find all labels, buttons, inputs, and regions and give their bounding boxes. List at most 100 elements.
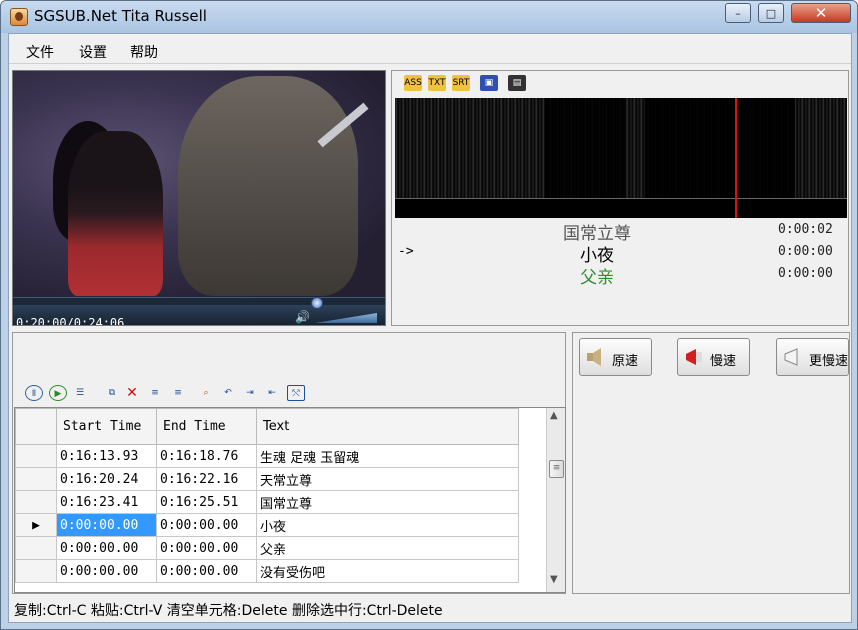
speaker-icon[interactable]: 🔊 (295, 310, 310, 324)
subtitle-grid-panel: Ⅱ ▶ ☰ ⧉ ✕ ≡ ≡ ⌕ ↶ ⇥ ⇤ ⤲ Start Time End T… (12, 332, 566, 594)
video-figure-armored (178, 76, 358, 296)
merge-icon[interactable]: ⤲ (287, 385, 305, 401)
app-icon (10, 8, 28, 26)
slower-speed-button[interactable]: 更慢速 (776, 338, 849, 376)
table-row[interactable]: 0:00:00.00 0:00:00.00 父亲 (15, 536, 519, 560)
end-time-cell[interactable]: 0:16:22.16 (156, 467, 257, 491)
seek-bar[interactable] (13, 297, 385, 305)
start-time-cell[interactable]: 0:00:00.00 (56, 513, 157, 537)
menu-settings[interactable]: 设置 (79, 42, 107, 62)
scroll-down-icon[interactable]: ▼ (550, 574, 558, 585)
megaphone-white-icon (784, 348, 798, 366)
text-cell[interactable]: 小夜 (256, 513, 519, 537)
start-time-cell[interactable]: 0:00:00.00 (56, 536, 157, 560)
normal-speed-label: 原速 (612, 354, 639, 369)
speed-panel: 原速 慢速 更慢速 (572, 332, 850, 594)
close-button[interactable]: ✕ (791, 3, 851, 23)
video-clip-icon[interactable]: ▤ (508, 75, 526, 91)
minimize-button[interactable]: – (725, 3, 751, 23)
menu-help[interactable]: 帮助 (130, 42, 158, 62)
spectrogram-silence-2 (645, 98, 795, 198)
end-time-cell[interactable]: 0:00:00.00 (156, 536, 257, 560)
align-lines-icon[interactable]: ☰ (71, 385, 89, 401)
text-cell[interactable]: 没有受伤吧 (256, 559, 519, 583)
start-time-cell[interactable]: 0:16:20.24 (56, 467, 157, 491)
grid-scrollbar[interactable]: ▲ ≡ ▼ (546, 408, 565, 592)
delete-icon[interactable]: ✕ (123, 385, 141, 401)
insert-above-icon[interactable]: ≡ (146, 385, 164, 401)
end-time-cell[interactable]: 0:00:00.00 (156, 513, 257, 537)
pause-icon[interactable]: Ⅱ (25, 385, 43, 401)
speaker-normal-icon (587, 348, 601, 366)
subtitle-preview-line: -> 小夜 0:00:00 (392, 241, 848, 266)
header-start-time[interactable]: Start Time (56, 408, 157, 445)
slow-speed-label: 慢速 (710, 354, 737, 369)
insert-below-icon[interactable]: ≡ (169, 385, 187, 401)
video-player[interactable]: 0:20:00/0:24:06 🔊 (12, 70, 386, 326)
table-row[interactable]: 0:16:20.24 0:16:22.16 天常立尊 (15, 467, 519, 491)
status-bar: 复制:Ctrl-C 粘贴:Ctrl-V 清空单元格:Delete 删除选中行:C… (14, 603, 443, 619)
find-replace-icon[interactable]: ⌕ (197, 385, 215, 401)
text-cell[interactable]: 生魂 足魂 玉留魂 (256, 444, 519, 468)
player-controls: 0:20:00/0:24:06 🔊 (13, 297, 385, 326)
table-row[interactable]: ▶ 0:00:00.00 0:00:00.00 小夜 (15, 513, 519, 537)
waveform-spectrogram[interactable] (395, 98, 847, 218)
text-cell[interactable]: 国常立尊 (256, 490, 519, 514)
text-cell[interactable]: 父亲 (256, 536, 519, 560)
start-time-cell[interactable]: 0:16:13.93 (56, 444, 157, 468)
outdent-icon[interactable]: ⇤ (263, 385, 281, 401)
grid-toolbar: Ⅱ ▶ ☰ ⧉ ✕ ≡ ≡ ⌕ ↶ ⇥ ⇤ ⤲ (13, 381, 565, 407)
client-area: 文件 设置 帮助 0:20:00/0:24:06 🔊 ASS TXT SRT ▣… (8, 33, 852, 623)
title-bar: SGSUB.Net Tita Russell – □ ✕ (1, 1, 857, 33)
end-time-cell[interactable]: 0:00:00.00 (156, 559, 257, 583)
header-end-time[interactable]: End Time (156, 408, 257, 445)
scroll-up-icon[interactable]: ▲ (550, 410, 558, 421)
menu-bar: 文件 设置 帮助 (9, 34, 851, 64)
subtitle-preview-line: 父亲 0:00:00 (392, 263, 848, 288)
waveform-toolbar: ASS TXT SRT ▣ ▤ (392, 71, 848, 97)
scroll-thumb[interactable]: ≡ (549, 460, 564, 478)
end-time-cell[interactable]: 0:16:25.51 (156, 490, 257, 514)
row-marker-icon (15, 490, 57, 514)
row-marker-icon (15, 467, 57, 491)
table-row[interactable]: 0:00:00.00 0:00:00.00 没有受伤吧 (15, 559, 519, 583)
table-row[interactable]: 0:16:23.41 0:16:25.51 国常立尊 (15, 490, 519, 514)
save-icon[interactable]: ▣ (480, 75, 498, 91)
waveform-panel: ASS TXT SRT ▣ ▤ 国常立尊 0:00:02 -> 小夜 0:00:00 父亲… (391, 70, 849, 326)
megaphone-icon (686, 349, 702, 365)
waveform-timeline (395, 198, 847, 218)
open-srt-icon[interactable]: SRT (452, 75, 470, 91)
copy-icon[interactable]: ⧉ (103, 385, 121, 401)
subtitle-preview-line: 国常立尊 0:00:02 (392, 219, 848, 244)
header-text[interactable]: Text (256, 408, 519, 445)
maximize-button[interactable]: □ (758, 3, 784, 23)
open-txt-icon[interactable]: TXT (428, 75, 446, 91)
open-ass-icon[interactable]: ASS (404, 75, 422, 91)
normal-speed-button[interactable]: 原速 (579, 338, 652, 376)
play-icon[interactable]: ▶ (49, 385, 67, 401)
window-title: SGSUB.Net Tita Russell (34, 7, 207, 25)
subtitle-preview-time: 0:00:00 (778, 244, 833, 259)
video-figure-girl (68, 131, 163, 296)
start-time-cell[interactable]: 0:16:23.41 (56, 490, 157, 514)
slow-speed-button[interactable]: 慢速 (677, 338, 750, 376)
indent-icon[interactable]: ⇥ (241, 385, 259, 401)
slower-speed-label: 更慢速 (809, 354, 849, 369)
undo-icon[interactable]: ↶ (219, 385, 237, 401)
volume-slider[interactable] (315, 313, 377, 323)
row-marker-icon (15, 559, 57, 583)
playback-time: 0:20:00/0:24:06 (16, 316, 125, 326)
menu-file[interactable]: 文件 (26, 42, 54, 62)
subtitle-preview-text: 父亲 (580, 268, 614, 288)
subtitle-table: Start Time End Time Text 0:16:13.93 0:16:… (14, 407, 566, 593)
end-time-cell[interactable]: 0:16:18.76 (156, 444, 257, 468)
table-row[interactable]: 0:16:13.93 0:16:18.76 生魂 足魂 玉留魂 (15, 444, 519, 468)
video-frame (13, 71, 385, 297)
start-time-cell[interactable]: 0:00:00.00 (56, 559, 157, 583)
app-window: SGSUB.Net Tita Russell – □ ✕ 文件 设置 帮助 0:… (0, 0, 858, 630)
volume-knob[interactable] (311, 297, 323, 309)
subtitle-preview-time: 0:00:02 (778, 222, 833, 237)
text-cell[interactable]: 天常立尊 (256, 467, 519, 491)
row-marker-icon (15, 444, 57, 468)
playhead-marker[interactable] (735, 98, 737, 218)
